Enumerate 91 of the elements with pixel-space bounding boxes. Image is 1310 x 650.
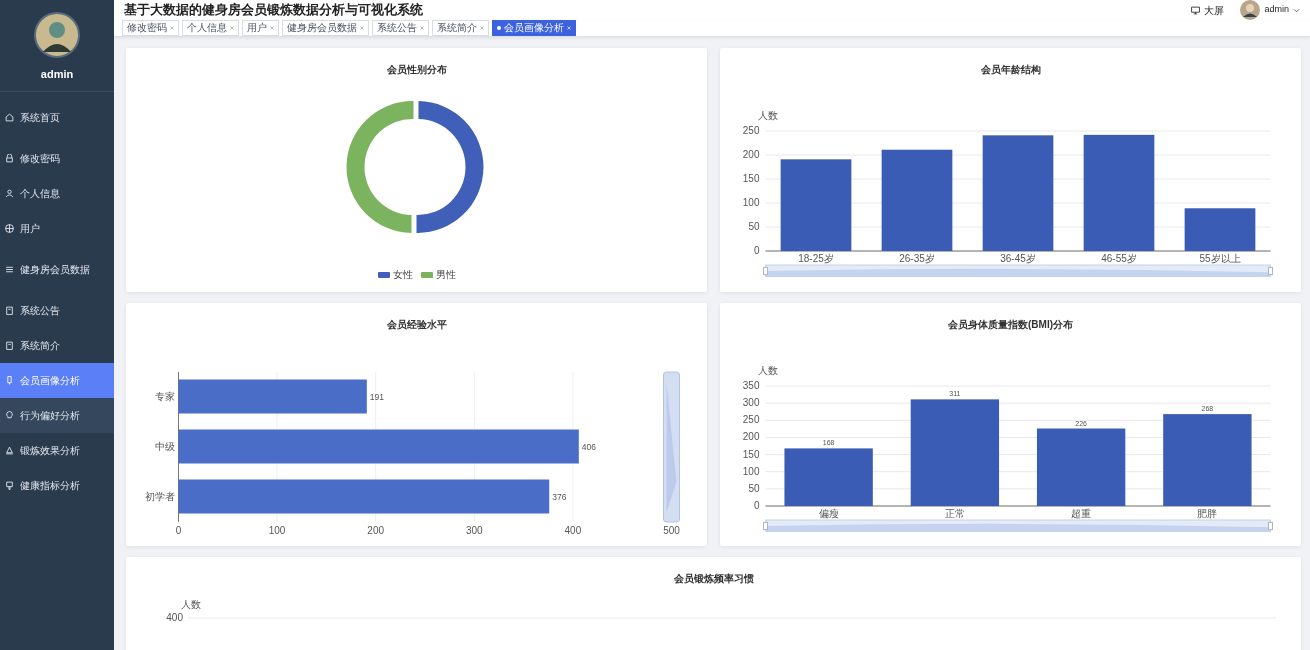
- sidebar-item[interactable]: 会员画像分析: [0, 362, 114, 398]
- legend-item[interactable]: 男性: [420, 267, 456, 282]
- axis-tick: 100: [268, 525, 286, 536]
- axis-tick: 300: [465, 525, 483, 536]
- axis-tick: 150: [742, 448, 760, 460]
- chart-title: 会员年龄结构: [979, 63, 1042, 77]
- sidebar-item[interactable]: 系统首页: [0, 99, 114, 135]
- close-icon[interactable]: [420, 26, 424, 30]
- chart-title: 会员锻炼频率习惯: [672, 572, 755, 586]
- chart-title: 会员身体质量指数(BMI)分布: [947, 318, 1074, 332]
- zoom-slider[interactable]: [763, 519, 1273, 532]
- sidebar-item[interactable]: 健康指标分析: [0, 467, 114, 503]
- page-title: 基于大数据的健身房会员锻炼数据分析与可视化系统: [124, 1, 423, 20]
- home-icon: [5, 112, 14, 122]
- tab[interactable]: 会员画像分析: [492, 20, 576, 36]
- sidebar-item[interactable]: 用户: [0, 210, 114, 246]
- axis-tick: 300: [742, 397, 760, 409]
- axis-tick: 350: [742, 380, 760, 391]
- chart-title: 会员性别分布: [385, 63, 448, 77]
- screen-link[interactable]: 大屏: [1191, 2, 1225, 18]
- axis-tick: 250: [742, 125, 760, 136]
- tab[interactable]: 健身房会员数据: [282, 20, 369, 36]
- close-icon[interactable]: [270, 26, 274, 30]
- list-icon: [5, 264, 14, 274]
- axis-tick: 36-45岁: [1000, 253, 1036, 264]
- tab[interactable]: 修改密码: [122, 20, 179, 36]
- monitor-icon: [1191, 5, 1201, 15]
- avatar: [34, 12, 80, 58]
- axis-tick: 400: [564, 525, 582, 536]
- close-icon[interactable]: [170, 26, 174, 30]
- close-icon[interactable]: [480, 26, 484, 30]
- sidebar-item[interactable]: 修改密码: [0, 140, 114, 176]
- axis-tick: 正常: [944, 508, 965, 519]
- bulb-icon: [5, 410, 14, 420]
- axis-tick: 200: [742, 149, 760, 160]
- axis-label: 人数: [757, 365, 778, 376]
- caret-icon: [1293, 7, 1300, 13]
- data-label: 406: [581, 441, 596, 452]
- zoom-slider[interactable]: [763, 264, 1273, 277]
- tab[interactable]: 用户: [242, 20, 279, 36]
- tab[interactable]: 系统公告: [372, 20, 429, 36]
- sidebar-item[interactable]: 系统简介: [0, 327, 114, 363]
- sidebar-item[interactable]: 个人信息: [0, 175, 114, 211]
- axis-tick: 26-35岁: [899, 253, 935, 264]
- clipboard-icon: [5, 340, 14, 350]
- user-icon: [5, 188, 14, 198]
- close-icon[interactable]: [230, 26, 234, 30]
- axis-tick: 46-55岁: [1101, 253, 1137, 264]
- axis-tick: 55岁以上: [1199, 253, 1241, 264]
- axis-tick: 偏瘦: [818, 508, 839, 519]
- lock-icon: [5, 153, 14, 163]
- globe-icon: [5, 223, 14, 233]
- axis-tick: 中级: [154, 440, 175, 452]
- zoom-slider[interactable]: [663, 371, 680, 523]
- axis-tick: 100: [742, 197, 760, 208]
- axis-tick: 肥胖: [1197, 508, 1218, 519]
- tab[interactable]: 系统简介: [432, 20, 489, 36]
- axis-label: 人数: [181, 599, 201, 610]
- axis-tick: 50: [748, 482, 760, 494]
- tab[interactable]: 个人信息: [182, 20, 239, 36]
- sidebar-item[interactable]: 行为偏好分析: [0, 397, 114, 433]
- data-label: 191: [369, 391, 384, 402]
- axis-tick: 250: [742, 414, 760, 426]
- bar: [1184, 208, 1256, 251]
- axis-tick: 50: [748, 221, 760, 232]
- axis-tick: 0: [753, 245, 760, 256]
- axis-tick: 0: [175, 525, 182, 536]
- sidebar-item[interactable]: 系统公告: [0, 292, 114, 328]
- sidebar-item[interactable]: 锻炼效果分析: [0, 432, 114, 468]
- sidebar-item[interactable]: 健身房会员数据: [0, 251, 114, 287]
- axis-tick: 超重: [1071, 508, 1092, 519]
- axis-tick: 专家: [154, 390, 175, 402]
- axis-label: 人数: [757, 110, 778, 121]
- device-icon: [5, 375, 14, 385]
- user-menu[interactable]: admin: [1264, 3, 1289, 17]
- axis-tick: 18-25岁: [798, 253, 834, 264]
- user-name: admin: [40, 67, 74, 82]
- axis-tick: 0: [753, 500, 760, 511]
- avatar: [1240, 0, 1261, 20]
- data-label: 376: [552, 491, 567, 502]
- axis-tick: 200: [367, 525, 385, 536]
- axis-tick: 100: [742, 465, 760, 477]
- axis-tick: 400: [166, 612, 183, 623]
- axis-tick: 500: [663, 525, 680, 536]
- chart-title: 会员经验水平: [385, 318, 448, 332]
- axis-tick: 200: [742, 431, 760, 443]
- legend-item[interactable]: 女性: [377, 267, 413, 282]
- axis-tick: 初学者: [144, 490, 175, 502]
- close-icon[interactable]: [360, 26, 364, 30]
- clipboard-icon: [5, 305, 14, 315]
- axis-tick: 150: [742, 173, 760, 184]
